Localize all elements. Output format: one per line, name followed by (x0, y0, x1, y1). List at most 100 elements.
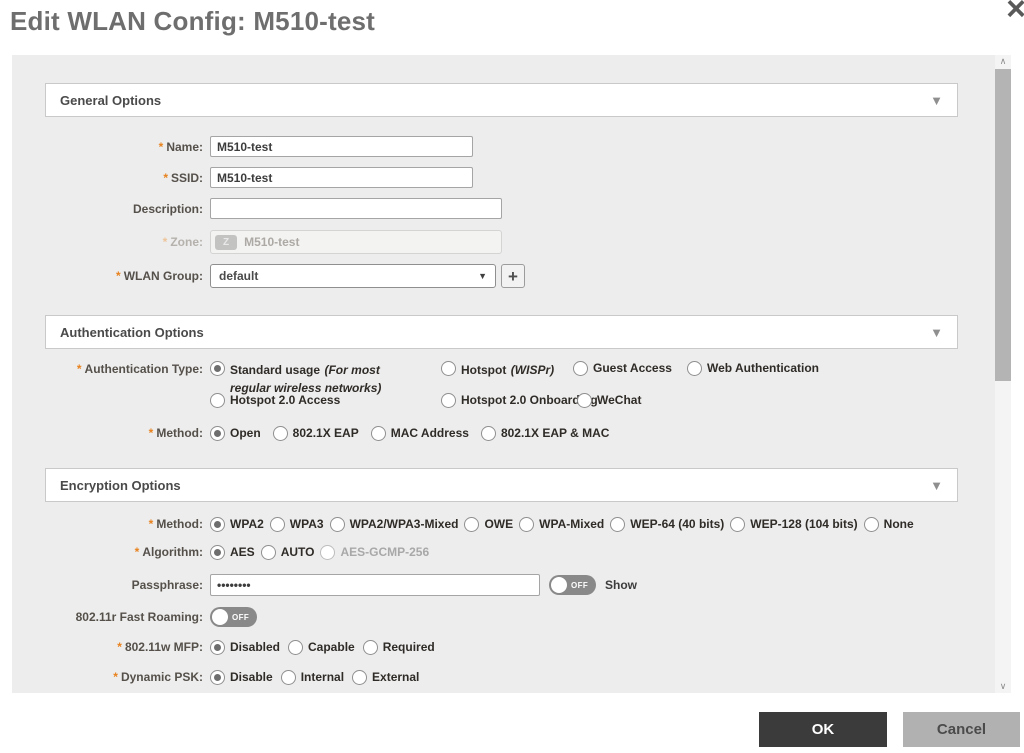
fast-roaming-row: 802.11r Fast Roaming: OFF (45, 607, 958, 627)
radio-owe[interactable]: OWE (464, 517, 513, 532)
radio-label: Hotspot (461, 363, 506, 377)
required-marker: * (77, 362, 82, 376)
passphrase-row: Passphrase: OFF Show (45, 574, 958, 596)
radio-auto[interactable]: AUTO (261, 545, 315, 560)
radio-none[interactable]: None (864, 517, 914, 532)
passphrase-input[interactable] (210, 574, 540, 596)
required-marker: * (149, 426, 154, 440)
show-passphrase-toggle[interactable]: OFF (549, 575, 596, 595)
add-wlan-group-button[interactable]: + (501, 264, 525, 288)
required-marker: * (163, 171, 168, 185)
show-label: Show (605, 578, 637, 592)
radio-icon (864, 517, 879, 532)
section-authentication-options[interactable]: Authentication Options ▼ (45, 315, 958, 349)
radio-wpa2[interactable]: WPA2 (210, 517, 264, 532)
radio-wep-64[interactable]: WEP-64 (40 bits) (610, 517, 724, 532)
scrollbar-down-icon[interactable]: ∨ (995, 680, 1011, 693)
close-icon[interactable]: × (1006, 0, 1024, 26)
passphrase-label: Passphrase: (45, 577, 203, 593)
radio-hotspot-wispr[interactable]: Hotspot (WISPr) (441, 361, 554, 379)
wlan-group-label: *WLAN Group: (45, 268, 203, 284)
radio-icon (730, 517, 745, 532)
ssid-row: *SSID: (45, 167, 958, 188)
radio-label: Required (383, 640, 435, 655)
required-marker: * (135, 545, 140, 559)
radio-label: AES (230, 545, 255, 560)
radio-mac-address[interactable]: MAC Address (371, 426, 469, 441)
radio-hotspot20-access[interactable]: Hotspot 2.0 Access (210, 393, 340, 408)
radio-aes[interactable]: AES (210, 545, 255, 560)
radio-label: AES-GCMP-256 (340, 545, 429, 560)
algorithm-label: *Algorithm: (45, 544, 203, 560)
ok-button[interactable]: OK (759, 712, 887, 747)
description-row: Description: (45, 198, 958, 219)
radio-wpa2-wpa3-mixed[interactable]: WPA2/WPA3-Mixed (330, 517, 459, 532)
radio-icon (261, 545, 276, 560)
radio-web-authentication[interactable]: Web Authentication (687, 361, 819, 376)
radio-label: Hotspot 2.0 Access (230, 393, 340, 408)
chevron-down-icon[interactable]: ▼ (930, 478, 943, 493)
radio-8021x-eap[interactable]: 802.1X EAP (273, 426, 359, 441)
radio-dpsk-external[interactable]: External (352, 670, 419, 685)
dialog-body: General Options ▼ *Name: *SSID: Descript… (12, 55, 995, 693)
radio-hotspot20-onboarding[interactable]: Hotspot 2.0 Onboarding (441, 393, 598, 408)
required-marker: * (149, 517, 154, 531)
radio-mfp-disabled[interactable]: Disabled (210, 640, 280, 655)
radio-guest-access[interactable]: Guest Access (573, 361, 672, 376)
radio-icon (352, 670, 367, 685)
cancel-button[interactable]: Cancel (903, 712, 1020, 747)
radio-label: MAC Address (391, 426, 469, 441)
auth-method-row: *Method: Open 802.1X EAP MAC Address 802… (45, 425, 958, 441)
radio-label: Standard usage (230, 363, 320, 377)
radio-icon (320, 545, 335, 560)
encryption-method-label: *Method: (45, 516, 203, 532)
radio-mfp-required[interactable]: Required (363, 640, 435, 655)
fast-roaming-toggle[interactable]: OFF (210, 607, 257, 627)
name-input[interactable] (210, 136, 473, 157)
zone-field-disabled: Z M510-test (210, 230, 502, 254)
scrollbar-thumb[interactable] (995, 69, 1011, 381)
chevron-down-icon[interactable]: ▼ (930, 93, 943, 108)
radio-8021x-eap-mac[interactable]: 802.1X EAP & MAC (481, 426, 610, 441)
required-marker: * (113, 670, 118, 684)
dynamic-psk-label: *Dynamic PSK: (45, 669, 203, 685)
radio-wpa-mixed[interactable]: WPA-Mixed (519, 517, 604, 532)
chevron-down-icon[interactable]: ▼ (930, 325, 943, 340)
radio-mfp-capable[interactable]: Capable (288, 640, 355, 655)
radio-standard-usage[interactable]: Standard usage (For most regular wireles… (210, 361, 402, 397)
radio-label: WEP-128 (104 bits) (750, 517, 857, 532)
radio-label: AUTO (281, 545, 315, 560)
ssid-input[interactable] (210, 167, 473, 188)
radio-icon (577, 393, 592, 408)
zone-label: *Zone: (45, 234, 203, 250)
radio-open[interactable]: Open (210, 426, 261, 441)
scrollbar[interactable]: ∧ ∨ (995, 55, 1011, 693)
radio-label: Capable (308, 640, 355, 655)
radio-dpsk-internal[interactable]: Internal (281, 670, 344, 685)
algorithm-row: *Algorithm: AES AUTO AES-GCMP-256 (45, 544, 958, 560)
authentication-type-row: *Authentication Type: Standard usage (Fo… (45, 361, 958, 409)
toggle-state-label: OFF (232, 613, 249, 622)
radio-label: External (372, 670, 419, 685)
radio-selected-icon (210, 426, 225, 441)
wlan-group-row: *WLAN Group: default ▼ + (45, 264, 958, 288)
scrollbar-up-icon[interactable]: ∧ (995, 55, 1011, 68)
authentication-type-label: *Authentication Type: (45, 361, 203, 377)
radio-wpa3[interactable]: WPA3 (270, 517, 324, 532)
wlan-group-select[interactable]: default ▼ (210, 264, 496, 288)
radio-dpsk-disable[interactable]: Disable (210, 670, 273, 685)
radio-icon (281, 670, 296, 685)
radio-icon (330, 517, 345, 532)
description-input[interactable] (210, 198, 502, 219)
radio-wechat[interactable]: WeChat (577, 393, 641, 408)
section-encryption-options[interactable]: Encryption Options ▼ (45, 468, 958, 502)
name-label: *Name: (45, 139, 203, 155)
radio-icon (519, 517, 534, 532)
section-general-options[interactable]: General Options ▼ (45, 83, 958, 117)
radio-label: WEP-64 (40 bits) (630, 517, 724, 532)
radio-icon (363, 640, 378, 655)
radio-wep-128[interactable]: WEP-128 (104 bits) (730, 517, 857, 532)
radio-label: 802.1X EAP & MAC (501, 426, 610, 441)
radio-label: Disable (230, 670, 273, 685)
radio-label: Internal (301, 670, 344, 685)
